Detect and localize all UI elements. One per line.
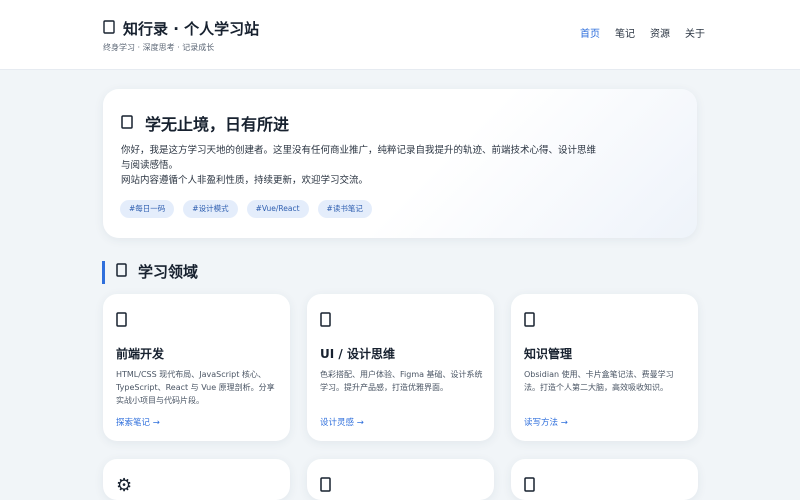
card-link[interactable]: 读写方法 → — [524, 416, 568, 428]
card-tools[interactable]: ⚙ — [103, 459, 290, 500]
gear-icon: ⚙ — [116, 475, 133, 496]
tag-vue-react[interactable]: #Vue/React — [246, 200, 309, 218]
nav-about[interactable]: 关于 — [685, 25, 705, 40]
site-header: 知行录 · 个人学习站 终身学习 · 深度思考 · 记录成长 首页 笔记 资源 … — [0, 0, 800, 70]
leaf-icon — [524, 477, 535, 496]
card-design[interactable]: UI / 设计思维 色彩搭配、用户体验、Figma 基础、设计系统学习。提升产品… — [307, 294, 494, 441]
notebook-icon — [524, 312, 535, 331]
section-heading: 学习领域 — [102, 261, 198, 284]
tag-design-patterns[interactable]: #设计模式 — [183, 200, 238, 218]
tag-reading-notes[interactable]: #读书笔记 — [317, 200, 372, 218]
site-title-text: 知行录 · 个人学习站 — [123, 20, 260, 38]
card-description: HTML/CSS 现代布局、JavaScript 核心、TypeScript、R… — [116, 370, 275, 405]
card-description: Obsidian 使用、卡片盒笔记法、费曼学习法。打造个人第二大脑，高效吸收知识… — [524, 370, 674, 392]
nav-home[interactable]: 首页 — [580, 25, 600, 40]
site-subtitle: 终身学习 · 深度思考 · 记录成长 — [103, 43, 215, 52]
card-title: 前端开发 — [116, 347, 165, 361]
section-title: 学习领域 — [138, 263, 199, 281]
hero-intro: 你好，我是这方学习天地的创建者。这里没有任何商业推广，纯粹记录自我提升的轨迹、前… — [121, 143, 601, 188]
nav-resources[interactable]: 资源 — [650, 25, 670, 40]
site-title[interactable]: 知行录 · 个人学习站 — [103, 18, 259, 39]
hero-paragraph-1: 你好，我是这方学习天地的创建者。这里没有任何商业推广，纯粹记录自我提升的轨迹、前… — [121, 145, 597, 171]
hero-title: 学无止境，日有所进 — [145, 115, 290, 134]
bar-chart-icon — [320, 477, 331, 496]
card-title: UI / 设计思维 — [320, 347, 395, 361]
card-description: 色彩搭配、用户体验、Figma 基础、设计系统学习。提升产品感，打造优雅界面。 — [320, 370, 483, 392]
nav-notes[interactable]: 笔记 — [615, 25, 635, 40]
card-frontend[interactable]: 前端开发 HTML/CSS 现代布局、JavaScript 核心、TypeScr… — [103, 294, 290, 441]
card-data[interactable] — [307, 459, 494, 500]
palette-icon — [320, 312, 331, 331]
book-icon — [103, 20, 117, 38]
hero-card: 学无止境，日有所进 你好，我是这方学习天地的创建者。这里没有任何商业推广，纯粹记… — [103, 89, 697, 238]
laptop-icon — [116, 312, 127, 331]
main-nav: 首页 笔记 资源 关于 — [580, 25, 705, 40]
hero-heading: 学无止境，日有所进 — [121, 111, 289, 135]
tag-list: #每日一码 #设计模式 #Vue/React #读书笔记 — [120, 200, 372, 218]
books-icon — [116, 261, 130, 284]
card-link[interactable]: 探索笔记 → — [116, 416, 160, 428]
card-link[interactable]: 设计灵感 → — [320, 416, 364, 428]
tag-daily-code[interactable]: #每日一码 — [120, 200, 175, 218]
hero-paragraph-2: 网站内容遵循个人非盈利性质，持续更新，欢迎学习交流。 — [121, 175, 369, 186]
sparkle-icon — [121, 114, 137, 134]
card-title: 知识管理 — [524, 347, 573, 361]
card-growth[interactable] — [511, 459, 698, 500]
card-knowledge[interactable]: 知识管理 Obsidian 使用、卡片盒笔记法、费曼学习法。打造个人第二大脑，高… — [511, 294, 698, 441]
